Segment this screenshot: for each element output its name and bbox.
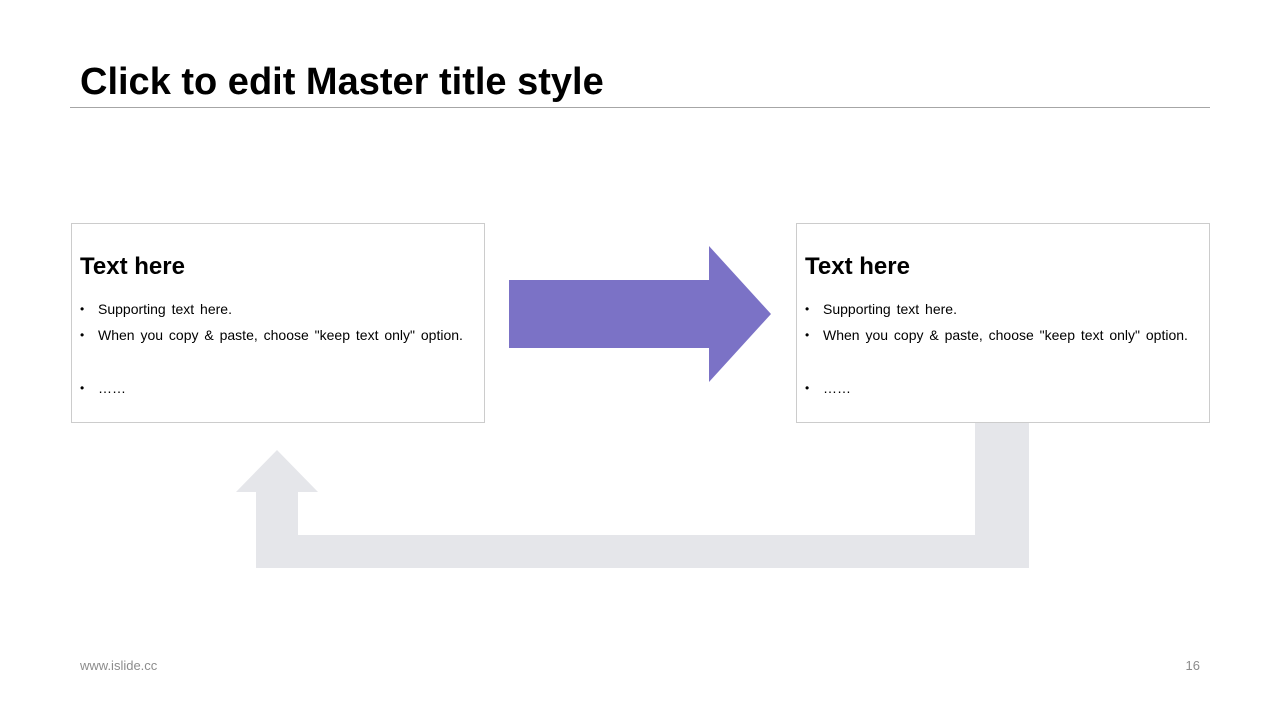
card-heading: Text here — [805, 253, 910, 280]
list-item: …… — [805, 378, 1201, 398]
arrow-up-loop-icon — [236, 423, 1029, 568]
right-text-box[interactable]: Text here Supporting text here. When you… — [796, 223, 1210, 423]
list-item: Supporting text here. — [805, 299, 1201, 319]
footer-url: www.islide.cc — [80, 658, 158, 673]
slide: Click to edit Master title style Text he… — [0, 0, 1280, 720]
page-number: 16 — [1185, 658, 1200, 673]
list-item: When you copy & paste, choose "keep text… — [80, 325, 476, 345]
list-item: When you copy & paste, choose "keep text… — [805, 325, 1201, 345]
bullet-list: Supporting text here. When you copy & pa… — [805, 299, 1201, 398]
list-item: …… — [80, 378, 476, 398]
arrow-right-icon — [509, 246, 771, 382]
bullet-list: Supporting text here. When you copy & pa… — [80, 299, 476, 398]
list-item: Supporting text here. — [80, 299, 476, 319]
left-text-box[interactable]: Text here Supporting text here. When you… — [71, 223, 485, 423]
card-heading: Text here — [80, 253, 185, 280]
